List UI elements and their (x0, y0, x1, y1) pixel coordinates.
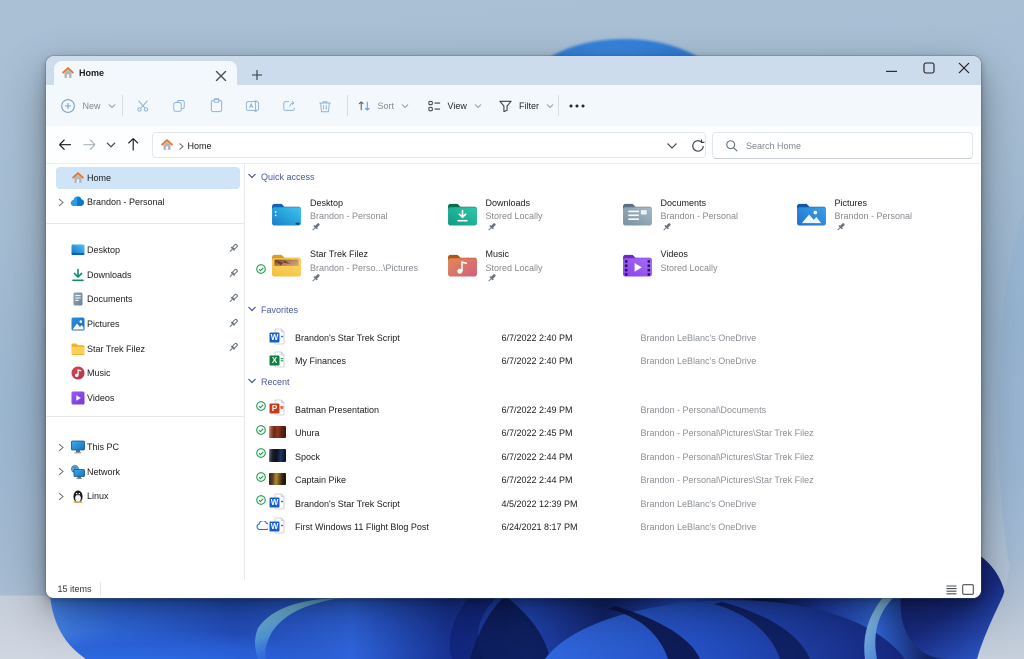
svg-text:W: W (271, 498, 279, 507)
svg-text:W: W (271, 522, 279, 531)
svg-text:W: W (271, 333, 279, 342)
svg-text:X: X (272, 356, 278, 365)
svg-text:P: P (272, 404, 278, 413)
